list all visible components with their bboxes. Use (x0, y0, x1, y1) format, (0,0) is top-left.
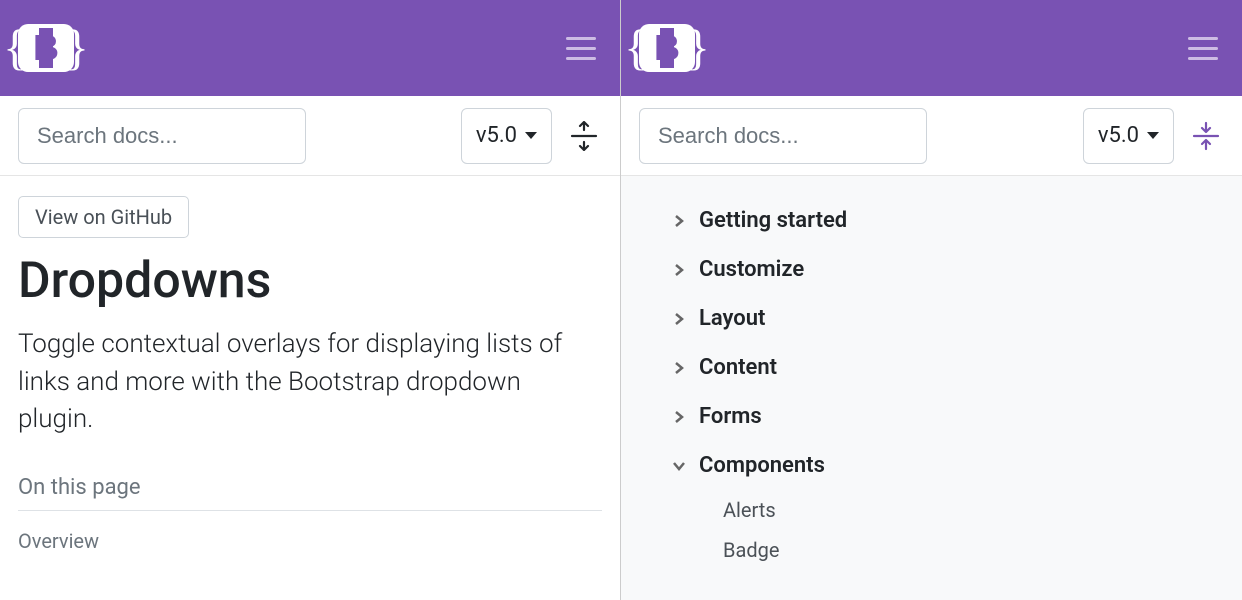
right-pane: { B } v5.0 Getting started (621, 0, 1242, 600)
caret-down-icon (1147, 132, 1159, 139)
toc-heading: On this page (18, 475, 602, 511)
nav-section-layout[interactable]: Layout (669, 294, 1224, 343)
nav-section-label: Components (699, 453, 825, 478)
chevron-right-icon (669, 211, 689, 231)
search-input[interactable] (18, 108, 306, 164)
nav-section-label: Layout (699, 306, 765, 331)
caret-down-icon (525, 132, 537, 139)
nav-section-label: Getting started (699, 208, 847, 233)
view-on-github-link[interactable]: View on GitHub (18, 196, 189, 238)
search-input[interactable] (639, 108, 927, 164)
top-navbar: { B } (0, 0, 620, 96)
bootstrap-logo[interactable]: { B } (18, 24, 74, 72)
nav-section-forms[interactable]: Forms (669, 392, 1224, 441)
nav-section-customize[interactable]: Customize (669, 245, 1224, 294)
nav-section-content[interactable]: Content (669, 343, 1224, 392)
chevron-right-icon (669, 309, 689, 329)
chevron-right-icon (669, 260, 689, 280)
top-navbar: { B } (621, 0, 1242, 96)
nav-section-label: Customize (699, 257, 804, 282)
chevron-right-icon (669, 358, 689, 378)
sub-navbar: v5.0 (0, 96, 620, 176)
page-lead: Toggle contextual overlays for displayin… (18, 326, 602, 439)
nav-section-getting-started[interactable]: Getting started (669, 196, 1224, 245)
chevron-right-icon (669, 407, 689, 427)
nav-sub-alerts[interactable]: Alerts (669, 490, 1224, 530)
main-content: View on GitHub Dropdowns Toggle contextu… (0, 176, 620, 600)
version-label: v5.0 (1098, 123, 1139, 148)
version-dropdown[interactable]: v5.0 (1083, 108, 1174, 164)
hamburger-icon[interactable] (560, 31, 602, 66)
sub-navbar: v5.0 (621, 96, 1242, 176)
nav-section-label: Content (699, 355, 777, 380)
hamburger-icon[interactable] (1182, 31, 1224, 66)
nav-section-components[interactable]: Components (669, 441, 1224, 490)
toc-item[interactable]: Overview (18, 525, 602, 557)
version-label: v5.0 (476, 123, 517, 148)
expand-collapse-icon[interactable] (566, 118, 602, 154)
nav-section-label: Forms (699, 404, 762, 429)
page-title: Dropdowns (18, 252, 602, 310)
left-pane: { B } v5.0 View on GitHub Dropdowns (0, 0, 621, 600)
nav-sub-badge[interactable]: Badge (669, 530, 1224, 570)
collapse-icon[interactable] (1188, 118, 1224, 154)
sidebar-nav: Getting started Customize Layout Content… (621, 176, 1242, 600)
version-dropdown[interactable]: v5.0 (461, 108, 552, 164)
bootstrap-logo[interactable]: { B } (639, 24, 695, 72)
chevron-down-icon (669, 456, 689, 476)
